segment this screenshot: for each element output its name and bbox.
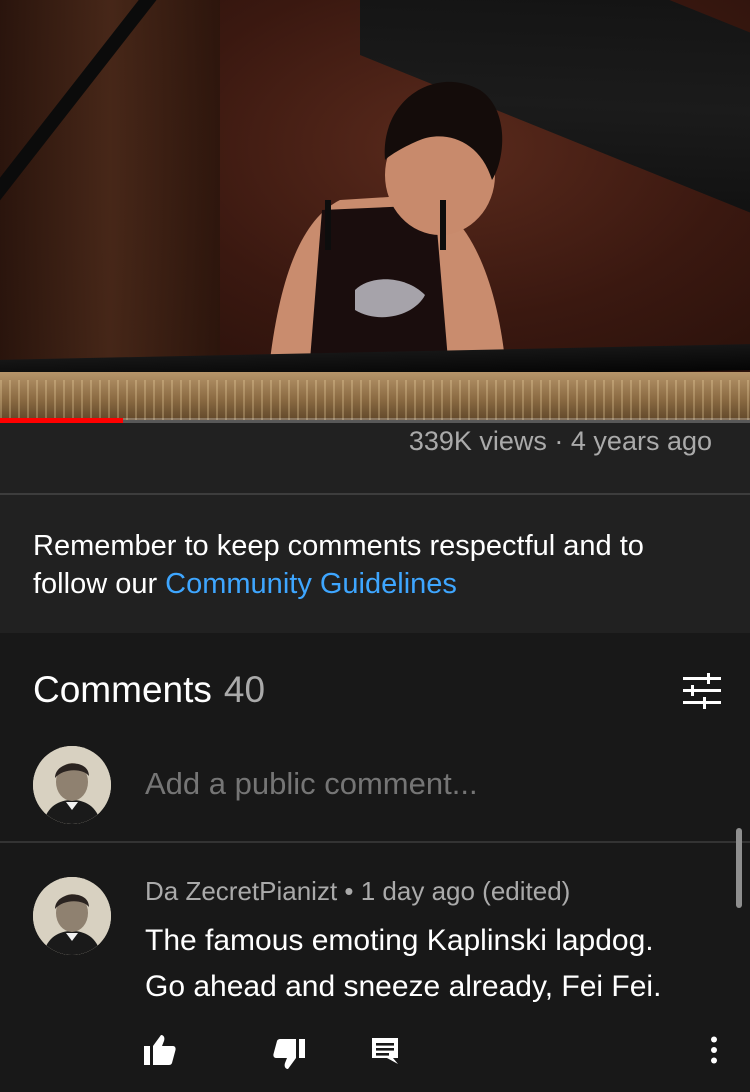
comments-title: Comments bbox=[33, 669, 212, 710]
meta-separator: • bbox=[344, 876, 361, 906]
more-vertical-icon[interactable] bbox=[710, 1036, 718, 1064]
video-meta: 339K views · 4 years ago bbox=[409, 426, 712, 457]
tune-icon[interactable] bbox=[683, 673, 721, 709]
comment-text: The famous emoting Kaplinski lapdog. Go … bbox=[145, 918, 715, 1010]
meta-separator: · bbox=[554, 426, 571, 456]
thumb-up-icon[interactable] bbox=[144, 1035, 176, 1065]
comment-author-avatar[interactable] bbox=[33, 877, 111, 955]
view-count: 339K views bbox=[408, 426, 547, 456]
guidelines-text: Remember to keep comments respectful and… bbox=[33, 527, 723, 603]
comment-line: The famous emoting Kaplinski lapdog. bbox=[145, 924, 654, 957]
comment-meta: Da ZecretPianizt • 1 day ago (edited) bbox=[145, 876, 570, 907]
video-progress-fill bbox=[0, 418, 123, 423]
comments-header: Comments 40 bbox=[33, 669, 265, 711]
video-player[interactable] bbox=[0, 0, 750, 420]
add-comment-input[interactable] bbox=[145, 766, 705, 802]
divider bbox=[0, 841, 750, 843]
comment-author[interactable]: Da ZecretPianizt bbox=[145, 876, 337, 906]
piano-strings bbox=[0, 380, 750, 420]
community-guidelines-link[interactable]: Community Guidelines bbox=[165, 568, 457, 600]
user-avatar[interactable] bbox=[33, 746, 111, 824]
comments-count: 40 bbox=[223, 669, 266, 710]
thumb-down-icon[interactable] bbox=[273, 1039, 305, 1069]
video-progress-bar[interactable] bbox=[0, 418, 750, 423]
comments-scrollbar[interactable] bbox=[736, 828, 742, 908]
comment-time: 1 day ago (edited) bbox=[360, 876, 571, 906]
pianist-figure bbox=[270, 81, 505, 360]
comments-section: Comments40 Da Ze bbox=[0, 633, 750, 1092]
comment-line: Go ahead and sneeze already, Fei Fei. bbox=[145, 970, 662, 1003]
reply-comment-icon[interactable] bbox=[371, 1037, 399, 1065]
upload-age: 4 years ago bbox=[570, 426, 712, 456]
guidelines-notice: Remember to keep comments respectful and… bbox=[0, 495, 750, 633]
